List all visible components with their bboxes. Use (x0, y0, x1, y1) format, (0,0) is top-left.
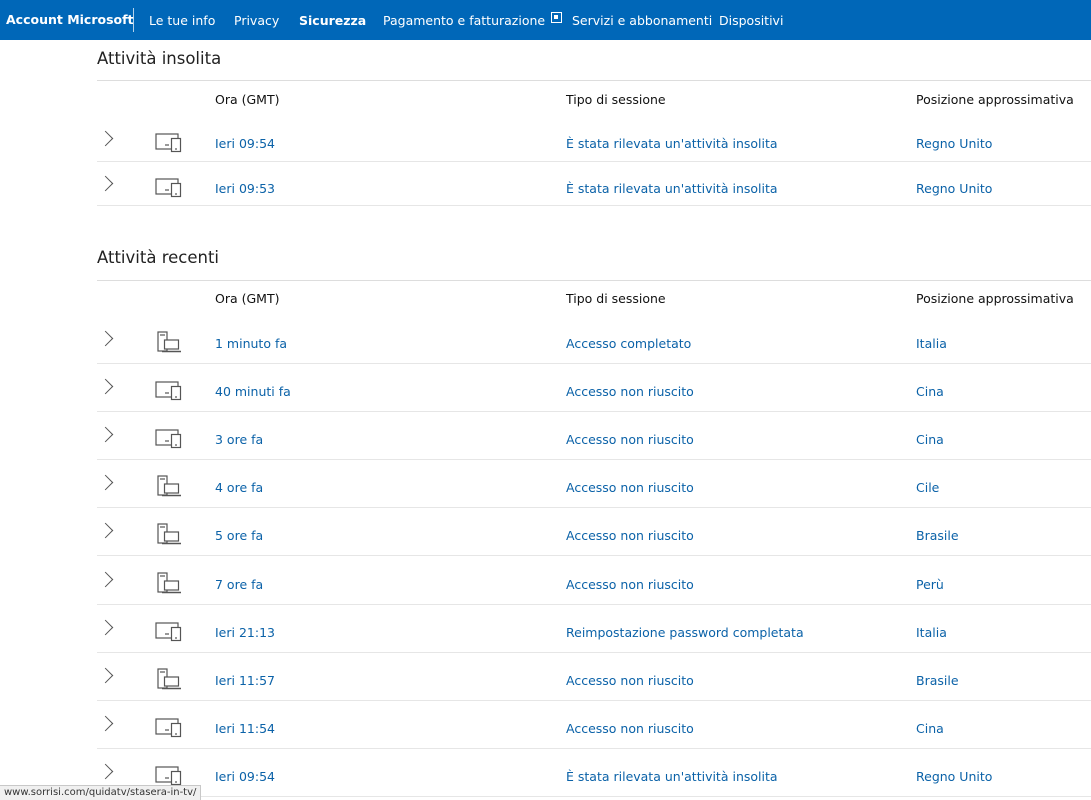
activity-row[interactable]: 3 ore fa Accesso non riuscito Cina (97, 412, 1091, 461)
activity-row[interactable]: Ieri 09:54 È stata rilevata un'attività i… (97, 749, 1091, 797)
nav-pagamento-label: Pagamento e fatturazione (383, 13, 546, 28)
activity-time-link[interactable]: Ieri 09:54 (215, 769, 275, 784)
activity-row[interactable]: Ieri 11:54 Accesso non riuscito Cina (97, 701, 1091, 749)
activity-location-link[interactable]: Regno Unito (916, 769, 992, 784)
activity-location-link[interactable]: Regno Unito (916, 136, 992, 151)
activity-time-link[interactable]: Ieri 11:54 (215, 721, 275, 736)
activity-location-link[interactable]: Cina (916, 384, 944, 399)
activity-time-link[interactable]: 5 ore fa (215, 528, 263, 543)
activity-time-link[interactable]: 3 ore fa (215, 432, 263, 447)
activity-session-link[interactable]: Accesso non riuscito (566, 480, 694, 495)
activity-row[interactable]: 4 ore fa Accesso non riuscito Cile (97, 460, 1091, 509)
activity-row[interactable]: 40 minuti fa Accesso non riuscito Cina (97, 364, 1091, 413)
tablet-phone-icon (155, 764, 183, 786)
activity-row[interactable]: Ieri 09:54 È stata rilevata un'attività i… (97, 117, 1091, 162)
activity-session-link[interactable]: Accesso completato (566, 336, 691, 351)
activity-session-link[interactable]: Accesso non riuscito (566, 384, 694, 399)
activity-session-link[interactable]: Accesso non riuscito (566, 577, 694, 592)
activity-time-link[interactable]: 4 ore fa (215, 480, 263, 495)
chevron-right-icon[interactable] (97, 130, 114, 147)
activity-time-link[interactable]: Ieri 11:57 (215, 673, 275, 688)
activity-session-link[interactable]: È stata rilevata un'attività insolita (566, 136, 778, 151)
unusual-activity-title: Attività insolita (97, 49, 222, 68)
top-nav-bar: Account Microsoft Le tue info Privacy Si… (0, 0, 1091, 40)
chevron-right-icon[interactable] (97, 715, 114, 732)
activity-session-link[interactable]: È stata rilevata un'attività insolita (566, 769, 778, 784)
nav-dispositivi[interactable]: Dispositivi (719, 13, 783, 28)
activity-location-link[interactable]: Italia (916, 625, 947, 640)
chevron-right-icon[interactable] (97, 330, 114, 347)
activity-location-link[interactable]: Regno Unito (916, 181, 992, 196)
chevron-right-icon[interactable] (97, 426, 114, 443)
section-divider (97, 280, 1091, 281)
chevron-right-icon[interactable] (97, 523, 114, 539)
nav-divider (133, 8, 134, 32)
activity-location-link[interactable]: Perù (916, 577, 944, 592)
activity-location-link[interactable]: Brasile (916, 673, 959, 688)
activity-session-link[interactable]: Accesso non riuscito (566, 432, 694, 447)
activity-session-link[interactable]: Accesso non riuscito (566, 528, 694, 543)
activity-location-link[interactable]: Brasile (916, 528, 959, 543)
desktop-laptop-icon (155, 331, 183, 353)
brand-logo-text[interactable]: Account Microsoft (6, 12, 134, 27)
desktop-laptop-icon (155, 475, 183, 497)
external-link-icon (551, 12, 563, 23)
activity-row[interactable]: 1 minuto fa Accesso completato Italia (97, 316, 1091, 365)
activity-row[interactable]: 5 ore fa Accesso non riuscito Brasile (97, 508, 1091, 557)
row-divider (97, 795, 1091, 797)
chevron-right-icon[interactable] (97, 571, 114, 587)
column-header-location: Posizione approssimativa (916, 92, 1074, 107)
activity-row[interactable]: Ieri 21:13 Reimpostazione password comple… (97, 605, 1091, 653)
activity-time-link[interactable]: 7 ore fa (215, 577, 263, 592)
nav-servizi[interactable]: Servizi e abbonamenti (572, 13, 712, 28)
activity-time-link[interactable]: 40 minuti fa (215, 384, 291, 399)
tablet-phone-icon (155, 379, 183, 401)
nav-sicurezza[interactable]: Sicurezza (299, 13, 366, 28)
tablet-phone-icon (155, 427, 183, 449)
activity-time-link[interactable]: Ieri 21:13 (215, 625, 275, 640)
chevron-right-icon[interactable] (97, 667, 114, 683)
activity-session-link[interactable]: Accesso non riuscito (566, 721, 694, 736)
chevron-right-icon[interactable] (97, 619, 114, 635)
browser-status-url: www.sorrisi.com/quidatv/stasera-in-tv/ (0, 785, 202, 800)
activity-time-link[interactable]: Ieri 09:53 (215, 181, 275, 196)
nav-privacy[interactable]: Privacy (234, 13, 279, 28)
column-header-time: Ora (GMT) (215, 92, 280, 107)
column-header-session: Tipo di sessione (566, 291, 666, 306)
activity-row[interactable]: Ieri 11:57 Accesso non riuscito Brasile (97, 653, 1091, 701)
tablet-phone-icon (155, 620, 183, 642)
activity-location-link[interactable]: Cina (916, 721, 944, 736)
activity-time-link[interactable]: 1 minuto fa (215, 336, 287, 351)
recent-activity-title: Attività recenti (97, 248, 220, 267)
chevron-right-icon[interactable] (97, 378, 114, 395)
tablet-phone-icon (155, 131, 183, 153)
activity-row[interactable]: Ieri 09:53 È stata rilevata un'attività i… (97, 162, 1091, 206)
chevron-right-icon[interactable] (97, 763, 114, 780)
column-header-session: Tipo di sessione (566, 92, 666, 107)
activity-session-link[interactable]: Accesso non riuscito (566, 673, 694, 688)
chevron-right-icon[interactable] (97, 175, 114, 191)
section-divider (97, 80, 1091, 81)
desktop-laptop-icon (155, 668, 183, 690)
nav-le-tue-info[interactable]: Le tue info (149, 13, 215, 28)
nav-pagamento[interactable]: Pagamento e fatturazione (383, 12, 563, 28)
tablet-phone-icon (155, 716, 183, 738)
activity-session-link[interactable]: È stata rilevata un'attività insolita (566, 181, 778, 196)
activity-location-link[interactable]: Italia (916, 336, 947, 351)
activity-time-link[interactable]: Ieri 09:54 (215, 136, 275, 151)
desktop-laptop-icon (155, 571, 183, 594)
chevron-right-icon[interactable] (97, 475, 114, 491)
column-header-location: Posizione approssimativa (916, 291, 1074, 306)
activity-location-link[interactable]: Cile (916, 480, 939, 495)
activity-session-link[interactable]: Reimpostazione password completata (566, 625, 804, 640)
column-header-time: Ora (GMT) (215, 291, 280, 306)
activity-location-link[interactable]: Cina (916, 432, 944, 447)
desktop-laptop-icon (155, 523, 183, 545)
row-divider (97, 205, 1091, 206)
activity-row[interactable]: 7 ore fa Accesso non riuscito Perù (97, 557, 1091, 605)
tablet-phone-icon (155, 176, 183, 198)
